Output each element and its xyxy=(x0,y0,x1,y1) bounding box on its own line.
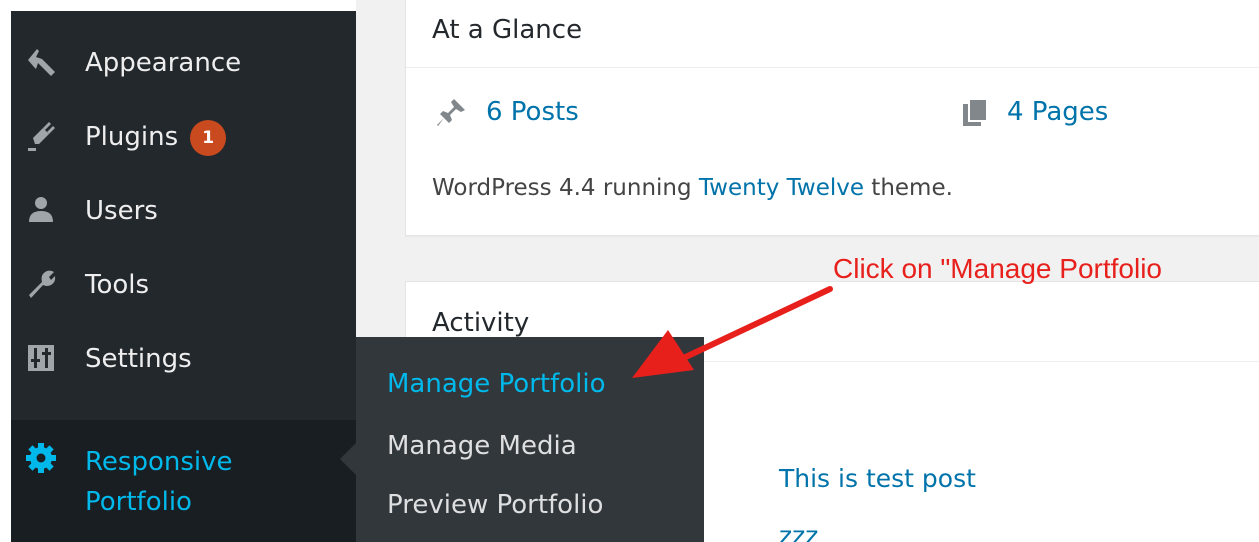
theme-link[interactable]: Twenty Twelve xyxy=(699,175,864,201)
sidebar-item-settings[interactable]: Settings xyxy=(11,328,356,388)
pages-icon xyxy=(963,98,988,126)
wordpress-version-text: WordPress 4.4 running Twenty Twelve them… xyxy=(432,171,953,205)
paintbrush-icon xyxy=(28,49,55,76)
sidebar-item-label: Settings xyxy=(85,344,192,374)
submenu-preview-portfolio[interactable]: Preview Portfolio xyxy=(387,488,603,522)
sidebar-item-appearance[interactable]: Appearance xyxy=(11,32,356,92)
sidebar-item-plugins[interactable]: Plugins 1 xyxy=(11,106,356,166)
activity-post-link[interactable]: This is test post zzz xyxy=(779,450,979,542)
admin-sidebar: Appearance Plugins1 Users Tools Setting xyxy=(11,11,356,542)
wrench-icon xyxy=(29,270,56,298)
sidebar-item-label: Responsive Portfolio xyxy=(85,447,233,517)
submenu-pointer xyxy=(340,443,356,475)
sidebar-item-users[interactable]: Users xyxy=(11,180,356,240)
sidebar-item-label: Appearance xyxy=(85,48,242,78)
plugins-label: Plugins xyxy=(85,122,179,152)
posts-count-link[interactable]: 6 Posts xyxy=(486,95,579,129)
gear-icon xyxy=(26,443,56,473)
annotation-callout: Click on "Manage Portfolio xyxy=(833,253,1162,284)
submenu-manage-media[interactable]: Manage Media xyxy=(387,429,577,463)
settings-icon xyxy=(28,345,54,371)
sidebar-item-tools[interactable]: Tools xyxy=(11,254,356,314)
at-a-glance-title: At a Glance xyxy=(432,15,583,45)
plugin-icon xyxy=(28,122,55,151)
annotation-arrow-icon xyxy=(632,286,833,378)
sidebar-item-label: Plugins 1 xyxy=(85,120,227,156)
update-count-badge: 1 xyxy=(190,120,227,156)
sidebar-item-label: Users xyxy=(85,196,158,226)
widget-divider xyxy=(406,67,1259,68)
users-icon xyxy=(29,197,53,222)
pages-count-link[interactable]: 4 Pages xyxy=(1007,95,1108,129)
version-suffix: theme. xyxy=(864,175,953,201)
pushpin-icon xyxy=(437,99,465,126)
version-prefix: WordPress 4.4 running xyxy=(432,175,699,201)
activity-title: Activity xyxy=(432,308,530,338)
sidebar-item-responsive-portfolio[interactable]: Responsive Portfolio xyxy=(11,420,356,542)
submenu-manage-portfolio[interactable]: Manage Portfolio xyxy=(387,367,606,401)
at-a-glance-widget: At a Glance 6 Posts 4 Pages WordPress 4.… xyxy=(405,0,1259,236)
sidebar-item-label: Tools xyxy=(85,270,150,300)
